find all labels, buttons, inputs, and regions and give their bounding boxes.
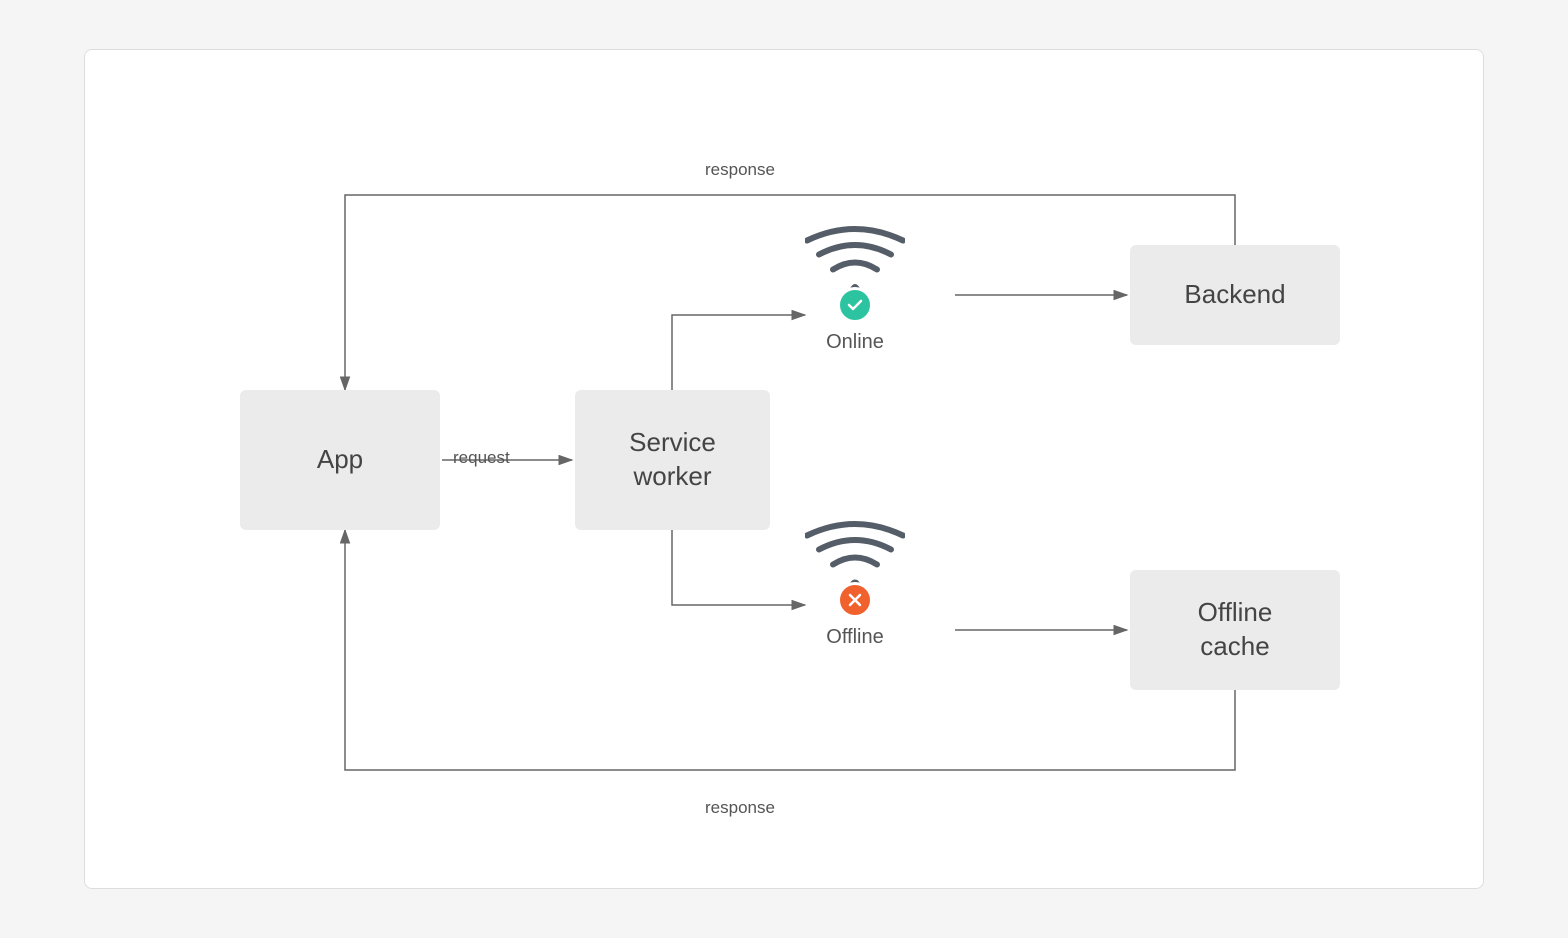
response-top-label: response [705, 160, 775, 180]
offline-cache-label: Offline cache [1198, 596, 1273, 664]
app-box: App [240, 390, 440, 530]
service-worker-box: Service worker [575, 390, 770, 530]
response-bottom-label: response [705, 798, 775, 818]
service-worker-label: Service worker [629, 426, 716, 494]
backend-label: Backend [1184, 278, 1285, 312]
online-badge [837, 287, 873, 323]
online-wifi-node: Online [805, 225, 905, 354]
offline-badge [837, 582, 873, 618]
offline-cache-box: Offline cache [1130, 570, 1340, 690]
offline-label: Offline [826, 626, 883, 649]
app-label: App [317, 443, 363, 477]
request-label: request [453, 448, 510, 468]
check-icon [845, 295, 865, 315]
backend-box: Backend [1130, 245, 1340, 345]
online-label: Online [826, 331, 884, 354]
offline-wifi-node: Offline [805, 520, 905, 649]
diagram-container: App Service worker Backend Offline cache… [84, 49, 1484, 889]
x-icon [845, 590, 865, 610]
